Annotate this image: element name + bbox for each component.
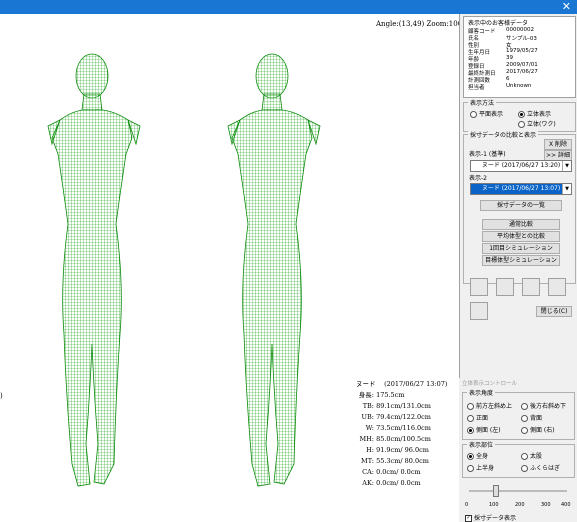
edge-marker: ) — [0, 392, 3, 400]
title-bar: ✕ — [0, 0, 577, 14]
measurement-row: W: 73.5cm/116.0cm — [365, 424, 431, 432]
delete-button[interactable]: X 削除 — [544, 139, 572, 150]
measurement-row: 身長: 175.5cm — [358, 391, 405, 399]
mannequin-right — [227, 53, 321, 487]
info-row: 担当者 Unknown — [468, 83, 532, 91]
3d-viewport[interactable]: Angle:(13,49) Zoom:100% ) ヌード (2017/06/2… — [0, 14, 459, 522]
measurement-row: MH: 85.0cm/100.5cm — [359, 435, 431, 443]
show-measurements-checkbox[interactable]: ✓ 採寸データ表示 — [465, 513, 516, 522]
measurement-header: ヌード (2017/06/27 13:07) — [356, 380, 448, 388]
control-caption: 立体表示コントロール — [462, 381, 518, 387]
info-title: 表示中のお客様データ — [468, 20, 529, 27]
view-angle-title: 表示角度 — [467, 388, 496, 397]
body-part-group: 表示部位 全身 太股 上半身 ふくらはぎ — [462, 440, 575, 478]
display-method-title: 表示方法 — [468, 98, 497, 107]
radio-front-left-up[interactable]: 前方左斜め上 — [467, 401, 512, 410]
chevron-down-icon: ▼ — [562, 184, 571, 194]
radio-flat-view[interactable]: 平面表示 — [470, 109, 503, 118]
body-part-title: 表示部位 — [467, 440, 496, 449]
normal-compare-button[interactable]: 通常比較 — [482, 219, 560, 230]
measurement-row: TB: 89.1cm/131.0cm — [362, 402, 431, 410]
chevron-down-icon: ▼ — [562, 161, 571, 171]
chart-icon[interactable] — [496, 278, 514, 296]
radar-icon[interactable] — [522, 278, 540, 296]
measurement-row: MT: 55.3cm/ 80.0cm — [361, 457, 429, 465]
radio-thigh[interactable]: 太股 — [521, 451, 542, 460]
radio-whole-body[interactable]: 全身 — [467, 451, 488, 460]
measurement-row: UB: 79.4cm/122.0cm — [361, 413, 431, 421]
radio-back[interactable]: 背面 — [521, 413, 542, 422]
display-method-group: 表示方法 平面表示 立体表示 立体(ワク) — [463, 98, 576, 132]
mannequin-left — [47, 53, 141, 487]
body-icon[interactable] — [470, 302, 488, 320]
view-angle-group: 表示角度 前方左斜め上 後方右斜め下 正面 背面 側面 (左) 側面 (右) — [462, 388, 575, 440]
data-list-button[interactable]: 採寸データの一覧 — [480, 200, 562, 211]
radio-side-left[interactable]: 側面 (左) — [467, 425, 501, 434]
angle-zoom-readout: Angle:(13,49) Zoom:100% — [376, 20, 459, 28]
zoom-slider-track[interactable] — [469, 490, 567, 492]
average-compare-button[interactable]: 平均体型との比較 — [482, 231, 560, 242]
radio-side-right[interactable]: 側面 (右) — [521, 425, 555, 434]
compare-group: 採寸データの比較と表示 X 削除 >> 詳細 表示-1 (基準) ヌード (20… — [463, 130, 576, 284]
display2-label: 表示-2 — [469, 175, 487, 182]
measurement-row: AK: 0.0cm/ 0.0cm — [362, 479, 421, 487]
compare-title: 採寸データの比較と表示 — [468, 130, 539, 139]
radio-back-right-down[interactable]: 後方右斜め下 — [521, 401, 566, 410]
measurement-readout: ヌード (2017/06/27 13:07) 身長: 175.5cm TB: 8… — [356, 379, 447, 489]
measurement-row: H: 91.9cm/ 96.0cm — [366, 446, 429, 454]
radio-upper-body[interactable]: 上半身 — [467, 463, 494, 472]
customer-info-box: 表示中のお客様データ 顧客コード 00000002 氏名 サンプル-03 性別女 生… — [463, 16, 576, 98]
zoom-slider-thumb[interactable] — [493, 485, 499, 497]
close-button[interactable]: 閉じる(C) — [536, 306, 572, 317]
radio-calf[interactable]: ふくらはぎ — [521, 463, 560, 472]
radio-front[interactable]: 正面 — [467, 413, 488, 422]
close-icon[interactable]: ✕ — [562, 0, 571, 14]
print-icon[interactable] — [470, 278, 488, 296]
radio-3d-frame-view[interactable]: 立体(ワク) — [518, 119, 556, 128]
target-simulation-button[interactable]: 目標体型シミュレーション — [482, 255, 560, 266]
export-icon[interactable] — [548, 278, 566, 296]
3d-control-panel: 立体表示コントロール 表示角度 前方左斜め上 後方右斜め下 正面 背面 側面 (… — [459, 378, 577, 522]
display1-label: 表示-1 (基準) — [469, 151, 506, 158]
display1-select[interactable]: ヌード (2017/06/27 13:20) ▼ — [470, 160, 572, 172]
measurement-row: CA: 0.0cm/ 0.0cm — [362, 468, 421, 476]
display2-select[interactable]: ヌード (2017/06/27 13:07) ▼ — [470, 183, 572, 195]
radio-3d-view[interactable]: 立体表示 — [518, 109, 551, 118]
simulation-button[interactable]: 1回目シミュレーション — [482, 243, 560, 254]
